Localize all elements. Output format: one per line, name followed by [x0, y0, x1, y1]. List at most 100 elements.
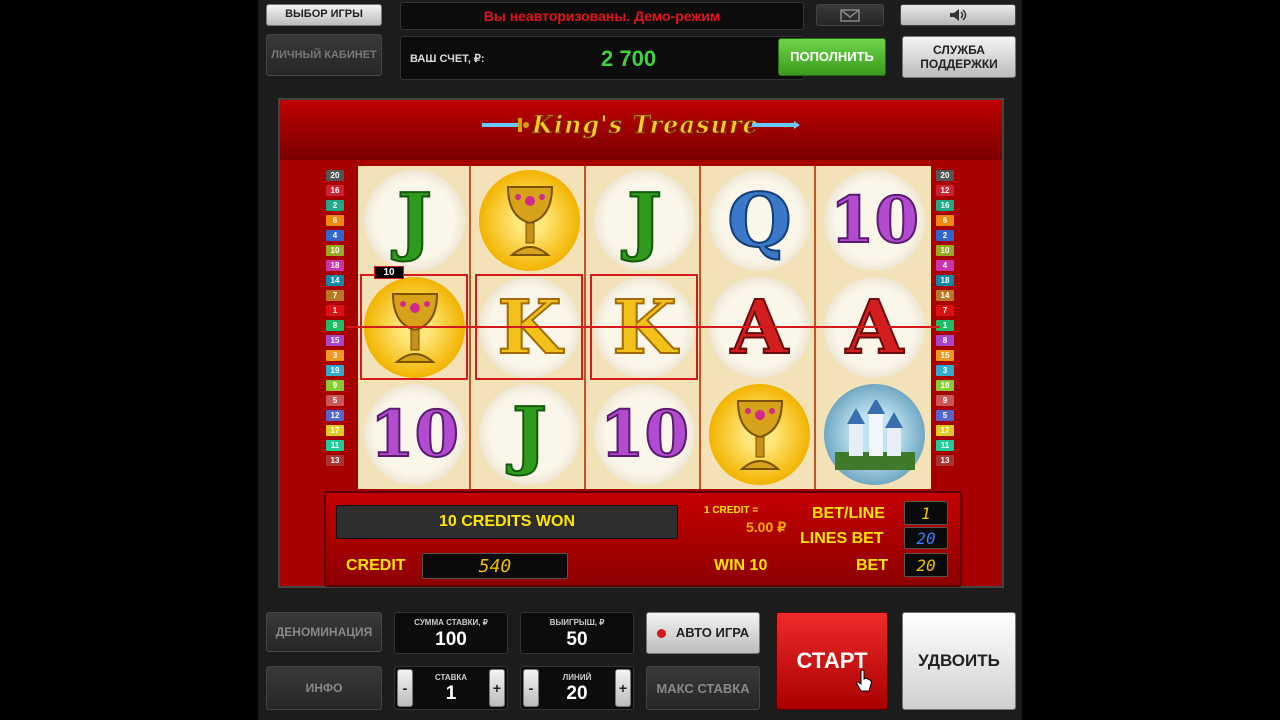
winnings-value: 50	[566, 629, 588, 650]
denomination-button[interactable]: ДЕНОМИНАЦИЯ	[266, 612, 382, 652]
lines-bet-value: 20	[904, 527, 948, 549]
sword-icon	[482, 118, 529, 132]
envelope-icon	[840, 8, 860, 22]
title-banner: King's Treasure	[280, 100, 1002, 160]
line-number: 13	[326, 455, 344, 466]
hand-cursor-icon	[856, 669, 872, 692]
stake-sum-value: 100	[435, 629, 467, 650]
game-window: ВЫБОР ИГРЫ ЛИЧНЫЙ КАБИНЕТ Вы неавторизов…	[258, 0, 1022, 720]
line-number: 2	[936, 230, 954, 241]
mail-button[interactable]	[816, 4, 884, 26]
stake-label: СТАВКА	[434, 673, 468, 682]
line-number: 19	[936, 380, 954, 391]
line-number: 17	[326, 425, 344, 436]
winnings-display: ВЫИГРЫШ, ₽ 50	[520, 612, 634, 654]
lines-stepper: - ЛИНИЙ 20 +	[520, 666, 634, 710]
line-number: 18	[326, 260, 344, 271]
line-number: 9	[936, 395, 954, 406]
goblet-icon	[479, 170, 580, 271]
line-number: 7	[936, 305, 954, 316]
credit-label: CREDIT	[346, 557, 406, 574]
win-line-badge: 10	[374, 266, 404, 279]
line-number: 4	[326, 230, 344, 241]
line-number: 20	[326, 170, 344, 181]
double-button[interactable]: УДВОИТЬ	[902, 612, 1016, 710]
select-game-button[interactable]: ВЫБОР ИГРЫ	[266, 4, 382, 26]
max-bet-button[interactable]: МАКС СТАВКА	[646, 666, 760, 710]
line-number: 13	[936, 455, 954, 466]
one-credit-label: 1 CREDIT =	[704, 505, 759, 516]
card-symbol: 10	[824, 170, 925, 271]
card-symbol: 10	[364, 384, 465, 485]
line-number: 4	[936, 260, 954, 271]
line-number: 16	[936, 200, 954, 211]
line-number: 15	[326, 335, 344, 346]
card-symbol-letter: J	[626, 177, 663, 264]
line-number: 2	[326, 200, 344, 211]
line-number: 10	[936, 245, 954, 256]
left-line-numbers: 20 16 2 6 4 10 18 14 7 1 8 15 3 19 9 5 12 17 11 13	[326, 170, 346, 470]
lines-plus-button[interactable]: +	[615, 669, 631, 707]
game-title: King's Treasure	[532, 110, 759, 140]
credit-value: 540	[422, 553, 568, 579]
account-label: ВАШ СЧЕТ, ₽:	[410, 53, 485, 65]
bet-value: 20	[904, 553, 948, 577]
lines-minus-button[interactable]: -	[523, 669, 539, 707]
card-symbol-letter: J	[511, 391, 548, 478]
line-number: 11	[936, 440, 954, 451]
line-number: 20	[936, 170, 954, 181]
balance-value: 2 700	[601, 46, 657, 71]
line-number: 14	[326, 275, 344, 286]
card-symbol: 10	[594, 384, 695, 485]
game-frame: King's Treasure 20 16 2 6 4 10 18 14 7 1 8 15 3 19 9 5 1…	[278, 98, 1004, 588]
card-symbol-letter: 10	[369, 396, 460, 472]
line-number: 11	[326, 440, 344, 451]
line-number: 1	[326, 305, 344, 316]
win-message: 10 CREDITS WON	[336, 505, 678, 539]
support-button[interactable]: СЛУЖБА ПОДДЕРЖКИ	[902, 36, 1016, 78]
card-symbol: J	[479, 384, 580, 485]
stake-stepper: - СТАВКА 1 +	[394, 666, 508, 710]
start-button[interactable]: СТАРТ	[776, 612, 888, 710]
one-credit-value: 5.00 ₽	[746, 519, 787, 535]
stake-plus-button[interactable]: +	[489, 669, 505, 707]
auto-play-button[interactable]: АВТО ИГРА	[646, 612, 760, 654]
win-highlight-2	[475, 274, 583, 380]
line-number: 7	[326, 290, 344, 301]
line-number: 12	[936, 185, 954, 196]
stake-value: 1	[445, 683, 457, 704]
card-symbol-letter: J	[396, 177, 433, 264]
sword-tip-icon	[752, 121, 800, 129]
line-number: 14	[936, 290, 954, 301]
line-number: 19	[326, 365, 344, 376]
bet-line-label: BET/LINE	[812, 505, 885, 522]
card-symbol: Q	[709, 170, 810, 271]
win-highlight-3	[590, 274, 698, 380]
sound-button[interactable]	[900, 4, 1016, 26]
win-highlight-1	[360, 274, 468, 380]
lines-value: 20	[566, 683, 588, 704]
card-symbol: J	[364, 170, 465, 271]
bet-label: BET	[856, 557, 888, 574]
stake-sum-display: СУММА СТАВКИ, ₽ 100	[394, 612, 508, 654]
right-line-numbers: 20 12 16 6 2 10 4 18 14 7 1 8 15 3 19 9 5 17 11 13	[936, 170, 956, 470]
info-button[interactable]: ИНФО	[266, 666, 382, 710]
personal-cabinet-button[interactable]: ЛИЧНЫЙ КАБИНЕТ	[266, 34, 382, 76]
auto-play-label: АВТО ИГРА	[675, 625, 750, 641]
speaker-icon	[950, 9, 967, 21]
lines-bet-label: LINES BET	[800, 530, 884, 547]
bet-line-value: 1	[904, 501, 948, 525]
goblet-icon	[709, 384, 810, 485]
win-amount: WIN 10	[714, 557, 768, 574]
status-message: Вы неавторизованы. Демо-режим	[483, 8, 721, 24]
card-symbol: J	[594, 170, 695, 271]
auto-play-indicator	[656, 628, 666, 638]
stake-minus-button[interactable]: -	[397, 669, 413, 707]
line-number: 6	[326, 215, 344, 226]
line-number: 16	[326, 185, 344, 196]
line-number: 18	[936, 275, 954, 286]
line-number: 5	[326, 395, 344, 406]
support-label-line1: СЛУЖБА	[933, 42, 985, 57]
deposit-button[interactable]: ПОПОЛНИТЬ	[778, 38, 886, 76]
line-number: 15	[936, 350, 954, 361]
